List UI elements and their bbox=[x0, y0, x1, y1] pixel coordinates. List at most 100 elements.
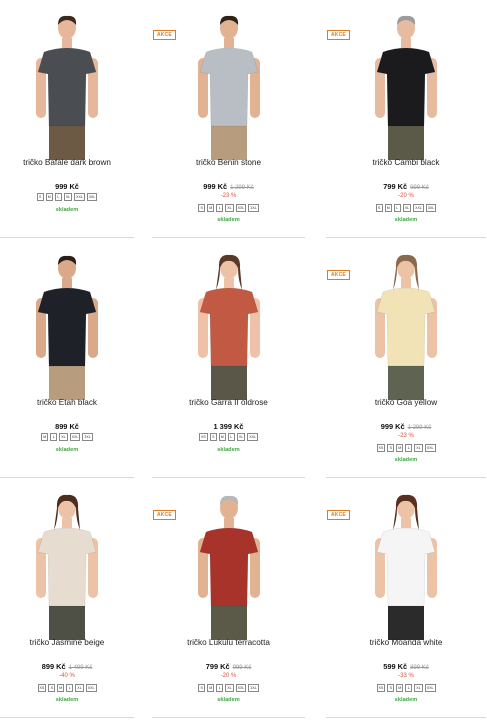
size-option[interactable]: L bbox=[405, 444, 413, 452]
divider bbox=[152, 237, 305, 238]
price: 999 Kč bbox=[203, 182, 228, 191]
product-card[interactable]: tričko Bafale dark brown 999 Kč S M L XL XXL 3X… bbox=[0, 0, 134, 238]
price: 799 Kč bbox=[383, 182, 408, 191]
product-name[interactable]: tričko Goa yellow bbox=[326, 398, 486, 407]
price-line: 999 Kč 1 299 Kč bbox=[326, 422, 486, 431]
size-option[interactable]: M bbox=[45, 193, 53, 201]
size-option[interactable]: M bbox=[384, 204, 392, 212]
size-option[interactable]: L bbox=[216, 684, 224, 692]
size-option[interactable]: XXL bbox=[235, 684, 247, 692]
size-option[interactable]: M bbox=[57, 684, 65, 692]
product-image[interactable] bbox=[0, 250, 134, 400]
size-options: XS S M L XL XXL bbox=[326, 684, 486, 692]
product-image[interactable] bbox=[0, 490, 134, 640]
size-option[interactable]: 3XL bbox=[248, 684, 259, 692]
product-name[interactable]: tričko Bafale dark brown bbox=[0, 158, 134, 167]
discount: -20 % bbox=[220, 673, 237, 679]
size-option[interactable]: L bbox=[393, 204, 401, 212]
size-option[interactable]: S bbox=[387, 444, 395, 452]
old-price: 1 299 Kč bbox=[230, 185, 254, 191]
size-option[interactable]: XL bbox=[225, 684, 234, 692]
size-option[interactable]: S bbox=[387, 684, 395, 692]
size-option[interactable]: XXL bbox=[413, 204, 424, 212]
sale-badge: AKCE bbox=[153, 510, 176, 520]
size-options: S M L XL XXL 3XL bbox=[326, 204, 486, 212]
size-option[interactable]: S bbox=[375, 204, 383, 212]
product-name[interactable]: tričko Moanda white bbox=[326, 638, 486, 647]
size-option[interactable]: XL bbox=[59, 433, 68, 441]
product-card[interactable]: AKCE tričko Goa yellow 999 Kč 1 299 Kč -23 %… bbox=[326, 240, 486, 478]
price: 999 Kč bbox=[55, 182, 79, 191]
size-option[interactable]: L bbox=[216, 204, 224, 212]
size-option[interactable]: L bbox=[54, 193, 62, 201]
size-option[interactable]: M bbox=[41, 433, 49, 441]
product-card[interactable]: tričko Garra II oldrose 1 399 Kč XS S M L XL XX… bbox=[152, 240, 305, 478]
product-image[interactable] bbox=[152, 250, 305, 400]
size-option[interactable]: XL bbox=[402, 204, 412, 212]
product-name[interactable]: tričko Etah black bbox=[0, 398, 134, 407]
product-name[interactable]: tričko Lukulu terracotta bbox=[152, 638, 305, 647]
size-option[interactable]: XS bbox=[376, 684, 386, 692]
size-option[interactable]: XXL bbox=[69, 433, 81, 441]
product-name[interactable]: tričko Benin stone bbox=[152, 158, 305, 167]
product-card[interactable]: AKCE tričko Lukulu terracotta 799 Kč 999 Kč… bbox=[152, 480, 305, 718]
product-image[interactable] bbox=[326, 490, 486, 640]
size-option[interactable]: M bbox=[218, 433, 226, 441]
price-line: 999 Kč 1 299 Kč bbox=[152, 182, 305, 191]
size-option[interactable]: 3XL bbox=[248, 204, 259, 212]
size-option[interactable]: L bbox=[50, 433, 58, 441]
size-option[interactable]: M bbox=[396, 684, 404, 692]
product-card[interactable]: tričko Jasmine beige 899 Kč 1 499 Kč -40 % X… bbox=[0, 480, 134, 718]
size-option[interactable]: XXL bbox=[424, 444, 436, 452]
product-card[interactable]: AKCE tričko Moanda white 599 Kč 899 Kč -33 %… bbox=[326, 480, 486, 718]
size-option[interactable]: XXL bbox=[424, 684, 436, 692]
price-line: 599 Kč 899 Kč bbox=[326, 662, 486, 671]
size-option[interactable]: 3XL bbox=[82, 433, 93, 441]
size-option[interactable]: XXL bbox=[235, 204, 247, 212]
size-option[interactable]: XXL bbox=[74, 193, 85, 201]
size-option[interactable]: M bbox=[207, 204, 215, 212]
divider bbox=[0, 717, 134, 718]
size-option[interactable]: XS bbox=[376, 444, 386, 452]
size-option[interactable]: S bbox=[209, 433, 217, 441]
size-option[interactable]: M bbox=[207, 684, 215, 692]
product-image[interactable] bbox=[326, 250, 486, 400]
product-card[interactable]: AKCE tričko Benin stone 999 Kč 1 299 Kč -23 … bbox=[152, 0, 305, 238]
size-option[interactable]: XL bbox=[414, 684, 423, 692]
size-option[interactable]: S bbox=[198, 204, 206, 212]
size-option[interactable]: L bbox=[405, 684, 413, 692]
product-name[interactable]: tričko Garra II oldrose bbox=[152, 398, 305, 407]
product-name[interactable]: tričko Jasmine beige bbox=[0, 638, 134, 647]
size-option[interactable]: S bbox=[36, 193, 44, 201]
size-option[interactable]: XXL bbox=[247, 433, 258, 441]
size-option[interactable]: L bbox=[66, 684, 74, 692]
product-image[interactable] bbox=[326, 10, 486, 160]
product-card[interactable]: tričko Etah black 899 Kč M L XL XXL 3XL skladem bbox=[0, 240, 134, 478]
size-option[interactable]: S bbox=[48, 684, 56, 692]
size-options: S M L XL XXL 3XL bbox=[152, 684, 305, 692]
product-card[interactable]: AKCE tričko Cambi black 799 Kč 999 Kč -20 % S… bbox=[326, 0, 486, 238]
old-price: 999 Kč bbox=[410, 185, 429, 191]
stock-status: skladem bbox=[217, 447, 240, 453]
size-option[interactable]: XL bbox=[225, 204, 234, 212]
price-line: 799 Kč 999 Kč bbox=[326, 182, 486, 191]
size-option[interactable]: L bbox=[227, 433, 235, 441]
size-option[interactable]: XL bbox=[75, 684, 84, 692]
size-option[interactable]: XL bbox=[414, 444, 423, 452]
size-option[interactable]: XS bbox=[37, 684, 47, 692]
size-options: XS S M L XL XXL bbox=[0, 684, 134, 692]
size-option[interactable]: XS bbox=[199, 433, 208, 441]
divider bbox=[326, 477, 486, 478]
size-option[interactable]: XL bbox=[236, 433, 246, 441]
size-option[interactable]: S bbox=[198, 684, 206, 692]
product-name[interactable]: tričko Cambi black bbox=[326, 158, 486, 167]
product-image[interactable] bbox=[0, 10, 134, 160]
size-option[interactable]: M bbox=[396, 444, 404, 452]
price: 899 Kč bbox=[41, 662, 66, 671]
size-option[interactable]: 3XL bbox=[425, 204, 437, 212]
divider bbox=[0, 477, 134, 478]
size-option[interactable]: XXL bbox=[85, 684, 97, 692]
size-option[interactable]: XL bbox=[63, 193, 73, 201]
size-option[interactable]: 3XL bbox=[86, 193, 98, 201]
discount: -23 % bbox=[220, 193, 237, 199]
